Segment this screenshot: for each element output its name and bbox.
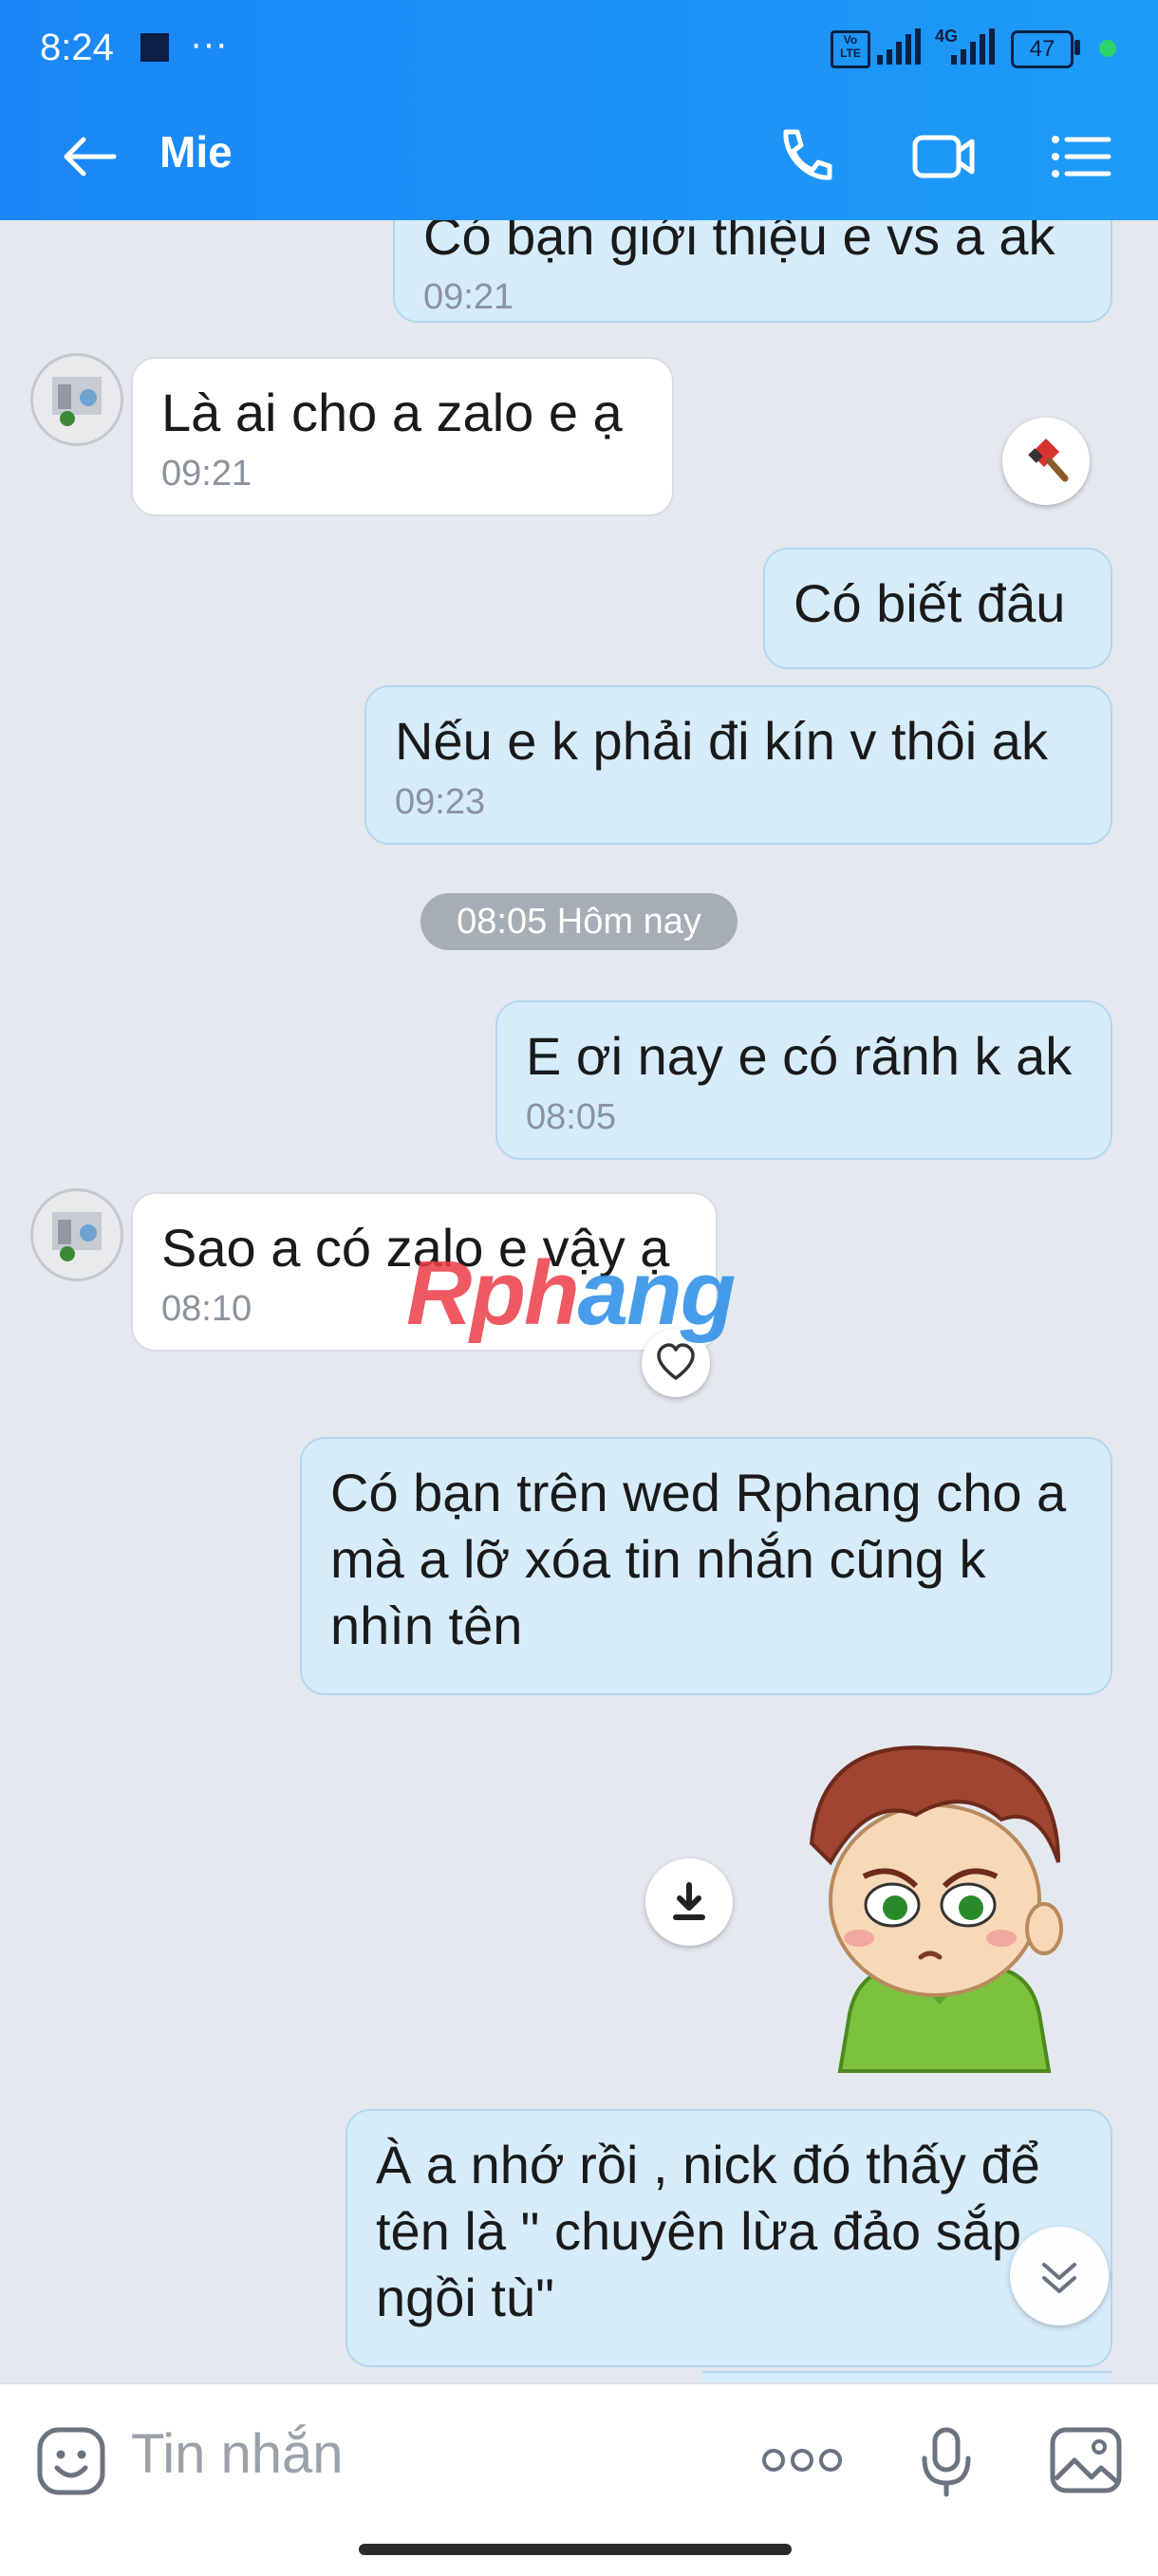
signal-4g-icon [951,28,995,65]
message-text: Có biết đâu [794,573,1066,633]
hammer-reaction-icon [1028,439,1069,482]
more-icon[interactable] [759,2441,845,2479]
message-text: E ơi nay e có rãnh k ak [526,1026,1073,1086]
avatar[interactable] [30,1188,123,1281]
message-time: 09:23 [395,782,486,822]
scroll-down-icon [1042,2263,1076,2293]
watermark-logo: Rphang [406,1242,736,1344]
gallery-icon[interactable] [1048,2424,1124,2498]
date-separator: 08:05 Hôm nay [420,893,738,950]
download-button[interactable] [645,1858,733,1946]
avatar-image-icon [33,1191,121,1279]
avatar[interactable] [30,353,123,446]
more-notifications-icon: ··· [190,23,228,65]
signal-icon [877,28,921,65]
status-time: 8:24 [40,27,114,68]
message-bubble[interactable]: Có bạn trên wed Rphang cho a mà a lỡ xóa… [300,1437,1112,1695]
contact-name[interactable]: Mie [159,126,233,177]
sticker-image[interactable] [774,1729,1087,2081]
phone-icon[interactable] [771,122,839,191]
message-bubble[interactable]: E ơi nay e có rãnh k ak 08:05 [495,1000,1112,1160]
message-text: À a nhớ rồi , nick đó thấy để tên là " c… [376,2135,1040,2327]
battery-icon: 47 [1011,30,1074,68]
nav-bar: Mie [0,109,1158,204]
composer-bar: Tin nhắn [0,2382,1158,2576]
hammer-reaction-button[interactable] [1002,418,1090,505]
message-time: 08:05 [526,1097,617,1137]
message-text: Là ai cho a zalo e ạ [161,383,623,442]
status-dot [1099,40,1116,57]
app-header: 8:24 ··· Vo LTE 4G 47 Mie [0,0,1158,220]
video-call-icon[interactable] [909,122,978,191]
menu-list-icon[interactable] [1046,122,1114,191]
message-time: 09:21 [423,277,514,317]
message-input[interactable]: Tin nhắn [131,2422,344,2486]
status-bar: 8:24 ··· Vo LTE 4G 47 [0,0,1158,95]
message-bubble[interactable]: Nếu e k phải đi kín v thôi ak 09:23 [364,685,1112,845]
message-text: Nếu e k phải đi kín v thôi ak [395,711,1048,771]
message-time: 09:21 [161,454,252,494]
back-arrow-icon[interactable] [57,128,123,185]
home-indicator[interactable] [359,2544,792,2555]
message-bubble[interactable]: Có biết đâu [763,548,1112,669]
message-text: Có bạn trên wed Rphang cho a mà a lỡ xóa… [330,1463,1067,1655]
emoji-icon[interactable] [34,2424,108,2498]
volte-icon: Vo LTE [831,30,870,68]
download-icon [673,1882,705,1920]
message-bubble[interactable]: À a nhớ rồi , nick đó thấy để tên là " c… [346,2109,1112,2367]
message-bubble[interactable]: Là ai cho a zalo e ạ 09:21 [131,357,674,516]
battery-cap [1074,40,1080,55]
notification-icon [140,33,169,62]
microphone-icon[interactable] [913,2424,980,2500]
avatar-image-icon [33,356,121,443]
scroll-down-button[interactable] [1010,2227,1109,2325]
